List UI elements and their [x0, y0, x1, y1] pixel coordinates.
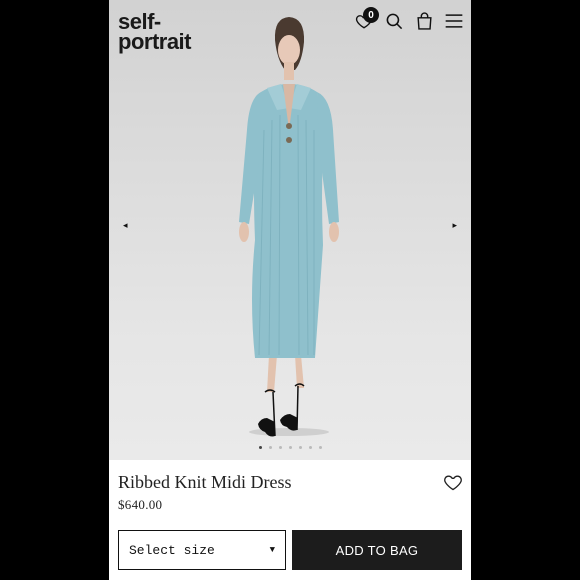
bag-button[interactable]	[411, 8, 437, 34]
wishlist-count-badge: 0	[363, 7, 379, 23]
hamburger-menu-icon	[445, 14, 463, 28]
product-image-gallery[interactable]: self- portrait 0 ◂ ▸	[109, 0, 471, 460]
brand-logo[interactable]: self- portrait	[118, 11, 192, 54]
size-select-label: Select size	[129, 542, 215, 558]
gallery-dot[interactable]	[258, 446, 262, 449]
chevron-down-icon: ▼	[269, 545, 275, 555]
product-info: Ribbed Knit Midi Dress $640.00 Select si…	[109, 460, 471, 580]
search-icon	[386, 13, 402, 29]
gallery-dot[interactable]	[288, 446, 292, 449]
gallery-dot[interactable]	[268, 446, 272, 449]
product-page: self- portrait 0 ◂ ▸ Ribbed Knit Midi Dr…	[109, 0, 471, 580]
previous-image-arrow-icon[interactable]: ◂	[123, 220, 128, 231]
gallery-dot[interactable]	[298, 446, 302, 449]
header-icons: 0	[351, 7, 467, 34]
shopping-bag-icon	[416, 12, 432, 30]
add-to-wishlist-button[interactable]	[443, 472, 463, 492]
logo-line-2: portrait	[118, 29, 192, 54]
heart-outline-icon	[444, 475, 462, 491]
gallery-dot[interactable]	[318, 446, 322, 449]
add-to-bag-button[interactable]: ADD TO BAG	[292, 530, 462, 570]
size-select[interactable]: Select size ▼	[118, 530, 286, 570]
product-title: Ribbed Knit Midi Dress	[118, 472, 292, 492]
gallery-dot[interactable]	[308, 446, 312, 449]
search-button[interactable]	[381, 8, 407, 34]
next-image-arrow-icon[interactable]: ▸	[452, 220, 457, 231]
menu-button[interactable]	[441, 8, 467, 34]
gallery-pagination	[109, 446, 471, 449]
model-photo	[239, 17, 339, 437]
gallery-dot[interactable]	[278, 446, 282, 449]
wishlist-button[interactable]: 0	[351, 7, 379, 34]
product-price: $640.00	[118, 497, 163, 512]
